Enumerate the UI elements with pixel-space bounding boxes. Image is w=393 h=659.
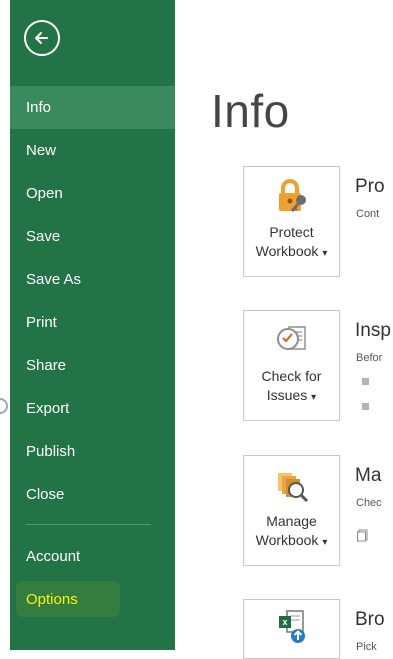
chevron-down-icon: ▾ (311, 392, 317, 403)
inspect-section-title: Insp (355, 320, 391, 341)
svg-text:x: x (282, 617, 287, 627)
sidebar-item-open[interactable]: Open (10, 172, 175, 215)
sidebar-item-close[interactable]: Close (10, 473, 175, 516)
issues-label-line1: Check for (261, 368, 322, 384)
sidebar-item-print[interactable]: Print (10, 301, 175, 344)
protect-section-subtitle: Cont (356, 208, 380, 220)
inspect-bullet-1 (362, 378, 369, 385)
manage-workbook-icon (272, 466, 312, 506)
lock-key-icon (272, 177, 312, 217)
left-gutter (0, 0, 10, 650)
sidebar-item-publish[interactable]: Publish (10, 430, 175, 473)
chevron-down-icon: ▾ (322, 537, 328, 548)
browser-section-title: Bro (355, 609, 385, 630)
inspect-section-subtitle: Befor (356, 352, 383, 364)
page-title: Info (211, 85, 290, 137)
autosave-file-icon (357, 529, 369, 542)
backstage-sidebar: Info New Open Save Save As Print Share E… (10, 0, 175, 650)
sidebar-item-options[interactable]: Options (10, 578, 175, 621)
back-button[interactable] (24, 20, 60, 56)
manage-label-line1: Manage (266, 513, 317, 529)
sidebar-item-export[interactable]: Export (10, 387, 175, 430)
inspect-bullet-2 (362, 403, 369, 410)
manage-workbook-button[interactable]: Manage Workbook ▾ (243, 455, 340, 566)
sidebar-item-share[interactable]: Share (10, 344, 175, 387)
info-content: Info Protect Workbook ▾ Pro Cont Check f… (175, 0, 393, 659)
protect-label-line2: Workbook (255, 243, 319, 259)
protect-workbook-button[interactable]: Protect Workbook ▾ (243, 166, 340, 277)
sidebar-item-save-as[interactable]: Save As (10, 258, 175, 301)
excel-upload-icon: x (272, 608, 312, 648)
sidebar-divider (26, 524, 151, 525)
protect-section-title: Pro (355, 176, 385, 197)
issues-label-line2: Issues (266, 387, 308, 403)
check-for-issues-button[interactable]: Check for Issues ▾ (243, 310, 340, 421)
back-arrow-icon (35, 32, 48, 44)
chevron-down-icon: ▾ (322, 248, 328, 259)
sidebar-nav: Info New Open Save Save As Print Share E… (10, 86, 175, 621)
sidebar-item-info[interactable]: Info (10, 86, 175, 129)
browser-section-subtitle: Pick (356, 641, 377, 653)
manage-section-subtitle: Chec (356, 497, 382, 509)
sidebar-item-new[interactable]: New (10, 129, 175, 172)
browser-view-options-button[interactable]: x (243, 599, 340, 659)
sidebar-item-save[interactable]: Save (10, 215, 175, 258)
manage-label-line2: Workbook (255, 532, 319, 548)
resize-handle[interactable] (0, 398, 8, 414)
protect-label-line1: Protect (269, 224, 314, 240)
manage-section-title: Ma (355, 465, 382, 486)
inspect-document-icon (272, 321, 312, 361)
sidebar-item-account[interactable]: Account (10, 535, 175, 578)
